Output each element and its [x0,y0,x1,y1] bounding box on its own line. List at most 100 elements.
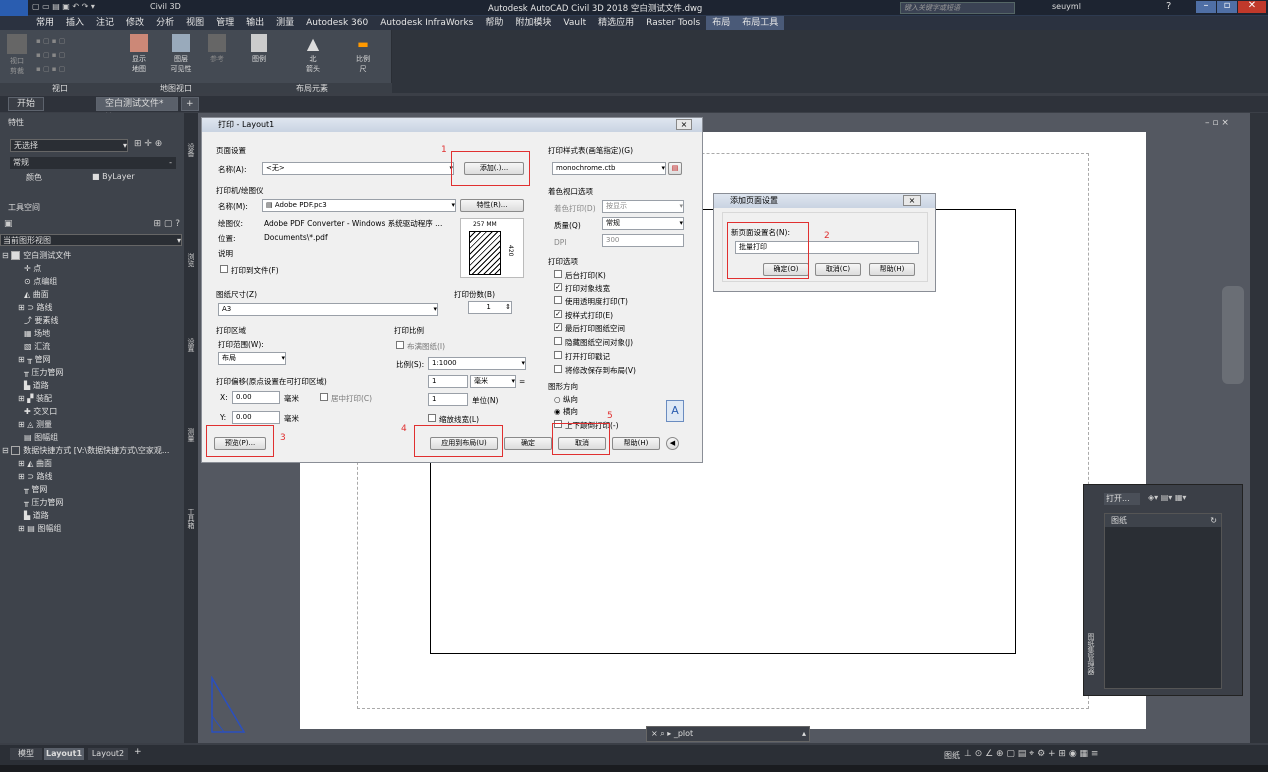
close-icon[interactable]: × [676,119,692,130]
tab-annotate[interactable]: 注记 [90,16,120,30]
option-checkbox-6[interactable] [554,351,562,359]
collapse-icon[interactable]: ◀ [666,437,679,450]
help-icon[interactable]: ? [1166,1,1171,12]
option-checkbox-4[interactable]: ✓ [554,323,562,331]
scale-lineweights-checkbox[interactable] [428,414,436,422]
tree-item[interactable]: ⊞ ⊃ 路线 [2,301,182,314]
tab-addins[interactable]: 附加模块 [509,16,557,30]
shade-plot-select[interactable]: 按显示 ▾ [602,200,684,213]
user-name[interactable]: seuyml [1052,2,1081,11]
option-checkbox-7[interactable] [554,365,562,373]
sheet-list[interactable]: 图纸 ↻ [1104,513,1222,689]
layout-tab-model[interactable]: 模型 [10,748,42,760]
quick-access-toolbar[interactable]: ▢ ▭ ▤ ▣ ↶ ↷ ▾ [32,2,142,14]
legend-button[interactable]: 图例 [246,34,272,79]
portrait-radio[interactable]: ○ 纵向 [554,394,578,405]
plot-to-file-checkbox[interactable] [220,265,228,273]
quality-select[interactable]: 常规 ▾ [602,217,684,230]
properties-toolbar[interactable]: ⊞ ✛ ⊕ [134,139,162,149]
selection-dropdown[interactable]: 无选择 ▾ [10,139,128,152]
printer-select[interactable]: ▤ Adobe PDF.pc3 ▾ [262,199,456,212]
paper-space-label[interactable]: 图纸 [944,750,960,761]
right-tool-palette[interactable] [1250,113,1268,743]
tree-item[interactable]: ⊞ ╥ 管网 [2,353,182,366]
add-help-button[interactable]: 帮助(H) [869,263,915,276]
option-checkbox-2[interactable] [554,296,562,304]
tab-survey[interactable]: 测量 [270,16,300,30]
scale-paper-input[interactable]: 1 [428,375,468,388]
side-tab-settings[interactable]: 设备 [186,143,196,157]
fit-to-paper-checkbox[interactable] [396,341,404,349]
what-to-plot-select[interactable]: 布局 ▾ [218,352,286,365]
side-tab-survey[interactable]: 测量 [186,428,196,442]
tab-layout-tools[interactable]: 布局工具 [736,16,785,30]
general-section[interactable]: 常规 - [10,157,176,169]
offset-y-input[interactable]: 0.00 [232,411,280,424]
sheet-toolbar[interactable]: ◈▾ ▤▾ ▦▾ [1148,493,1186,502]
copies-input[interactable]: 1 ⇕ [468,301,512,314]
plot-style-select[interactable]: monochrome.ctb ▾ [552,162,666,175]
tab-apps[interactable]: 精选应用 [592,16,640,30]
show-map-button[interactable]: 显示 地图 [126,34,152,79]
paper-size-select[interactable]: A3 ▾ [218,303,438,316]
canvas-window-controls[interactable]: – ▫ × [1205,118,1229,128]
offset-x-input[interactable]: 0.00 [232,391,280,404]
tab-raster[interactable]: Raster Tools [640,16,706,30]
maximize-button[interactable]: ▫ [1217,1,1237,13]
option-checkbox-0[interactable] [554,270,562,278]
scale-select[interactable]: 1:1000 ▾ [428,357,526,370]
layout-tab-layout2[interactable]: Layout2 [88,748,128,760]
command-line[interactable]: × ⌕ ▸ _plot ▴ [646,726,810,742]
viewport-clip-button[interactable]: 视口 剪裁 [4,34,30,79]
option-checkbox-5[interactable] [554,337,562,345]
layer-visibility-button[interactable]: 图层 可见性 [166,34,196,79]
center-plot-checkbox[interactable] [320,393,328,401]
page-setup-select[interactable]: <无> ▾ [262,162,454,175]
scale-bar-button[interactable]: ▬ 比例 尺 [350,34,376,79]
north-arrow-button[interactable]: ▲ 北 箭头 [300,34,326,79]
tree-item[interactable]: ✚ 交叉口 [2,405,182,418]
add-layout-button[interactable]: + [134,747,142,757]
viewport-tools[interactable]: ▪ ▢ ▪ ▢ ▪ ▢ ▪ ▢ ▪ ▢ ▪ ▢ [36,34,116,79]
close-icon[interactable]: × [903,195,921,206]
tree-item[interactable]: ▦ 场地 [2,327,182,340]
add-cancel-button[interactable]: 取消(C) [815,263,861,276]
navigation-bar[interactable] [1222,286,1244,384]
scale-drawing-input[interactable]: 1 [428,393,468,406]
tab-document[interactable]: 空白测试文件* × [96,97,178,121]
dpi-input[interactable]: 300 [602,234,684,247]
option-checkbox-3[interactable]: ✓ [554,310,562,318]
reference-button[interactable]: 参考 [204,34,230,79]
tab-layout[interactable]: 布局 [706,16,737,30]
tree-item[interactable]: ▧ 汇流 [2,340,182,353]
tree-item[interactable]: ⊙ 点编组 [2,275,182,288]
option-checkbox-1[interactable]: ✓ [554,283,562,291]
new-tab-button[interactable]: + [181,97,199,111]
tree-item[interactable]: ✛ 点 [2,262,182,275]
tab-manage[interactable]: 管理 [210,16,240,30]
landscape-radio[interactable]: ◉ 横向 [554,406,578,417]
tab-vault[interactable]: Vault [557,16,592,30]
sheet-open-dropdown[interactable]: 打开... [1104,493,1140,505]
edit-style-button[interactable]: ▤ [668,162,682,175]
help-button[interactable]: 帮助(H) [612,437,660,450]
tree-item[interactable]: ⤴ 要素线 [2,314,182,327]
tree-item[interactable]: ⊞ ◬ 测量 [2,418,182,431]
tree-item[interactable]: ◭ 曲面 [2,288,182,301]
tab-modify[interactable]: 修改 [120,16,150,30]
tree-item[interactable]: ╥ 管网 [2,483,182,496]
workspace-switcher[interactable]: Civil 3D [150,2,181,11]
tree-ds-root[interactable]: ⊟ 数据快捷方式 [V:\数据快捷方式\空家观... [2,444,182,457]
tree-item[interactable]: ▙ 道路 [2,379,182,392]
scale-unit-select[interactable]: 毫米 ▾ [470,375,516,388]
printer-properties-button[interactable]: 特性(R)... [460,199,524,212]
search-input[interactable]: 键入关键字或短语 [900,2,1015,14]
tree-item[interactable]: ▤ 图幅组 [2,431,182,444]
tab-view[interactable]: 视图 [180,16,210,30]
tree-item[interactable]: ╥ 压力管网 [2,366,182,379]
side-tab-toolbox[interactable]: 工具箱 [186,508,196,529]
minimize-button[interactable]: – [1196,1,1216,13]
tab-help[interactable]: 帮助 [479,16,509,30]
tree-item[interactable]: ⊞ ▞ 装配 [2,392,182,405]
tree-item[interactable]: ╥ 压力管网 [2,496,182,509]
